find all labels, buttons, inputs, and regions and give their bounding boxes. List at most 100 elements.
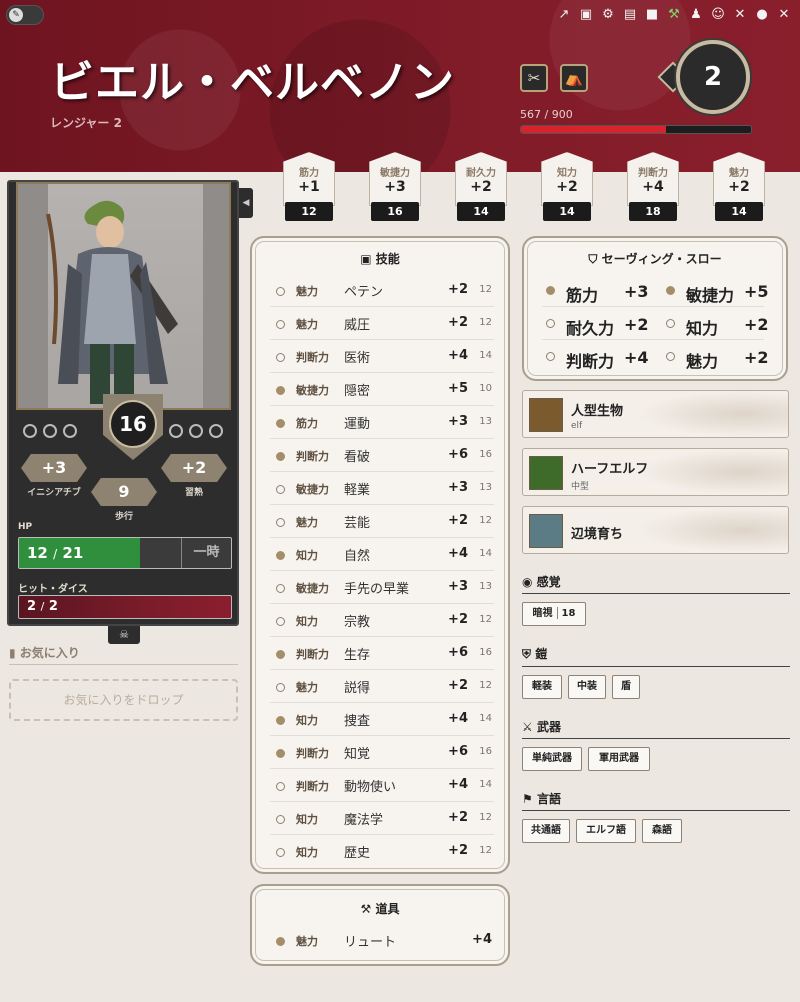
ability-mod[interactable]: +1: [280, 179, 338, 195]
skill-row[interactable]: 知力 魔法学 +2 12: [270, 802, 494, 835]
skill-row[interactable]: 知力 歴史 +2 12: [270, 835, 494, 868]
sheet-icon[interactable]: ▤: [622, 6, 638, 24]
proficiency-dot[interactable]: [276, 485, 285, 494]
skill-name[interactable]: 宗教: [344, 611, 370, 630]
feature-card[interactable]: 辺境育ち: [522, 506, 789, 554]
saving-throw[interactable]: 魅力 +2: [664, 342, 784, 372]
save-label[interactable]: 判断力: [566, 348, 614, 372]
skill-name[interactable]: 威圧: [344, 314, 370, 333]
skill-name[interactable]: 運動: [344, 413, 370, 432]
death-save-failure[interactable]: [209, 424, 223, 438]
wrench-icon[interactable]: ⚒: [666, 6, 682, 24]
death-save-failure[interactable]: [169, 424, 183, 438]
proficiency-dot[interactable]: [276, 287, 285, 296]
saving-throw[interactable]: 耐久力 +2: [544, 309, 664, 339]
skill-name[interactable]: 動物使い: [344, 776, 396, 795]
skill-row[interactable]: 判断力 知覚 +6 16: [270, 736, 494, 769]
ability-score[interactable]: 筋力 +1 12: [280, 152, 338, 222]
skill-name[interactable]: 自然: [344, 545, 370, 564]
favorites-dropzone[interactable]: お気に入りをドロップ: [9, 679, 238, 721]
save-label[interactable]: 魅力: [686, 348, 718, 372]
save-label[interactable]: 敏捷力: [686, 282, 734, 306]
proficiency-dot[interactable]: [276, 419, 285, 428]
trait-tag[interactable]: エルフ語: [576, 819, 636, 843]
ability-mod[interactable]: +3: [366, 179, 424, 195]
user-edit-icon[interactable]: ♟: [688, 6, 704, 24]
skill-row[interactable]: 魅力 威圧 +2 12: [270, 307, 494, 340]
trait-tag[interactable]: 森語: [642, 819, 682, 843]
hit-dice-bar[interactable]: 2 / 2: [18, 595, 232, 619]
saving-throw[interactable]: 知力 +2: [664, 309, 784, 339]
skill-name[interactable]: 魔法学: [344, 809, 383, 828]
skill-name[interactable]: 知覚: [344, 743, 370, 762]
proficiency-dot[interactable]: [276, 617, 285, 626]
ability-score[interactable]: 敏捷力 +3 16: [366, 152, 424, 222]
trait-tag[interactable]: 盾: [612, 675, 640, 699]
ability-mod[interactable]: +2: [710, 179, 768, 195]
mode-toggle[interactable]: ✎: [6, 5, 44, 25]
short-rest-icon[interactable]: ✂: [520, 64, 548, 92]
trait-tag[interactable]: 軽装: [522, 675, 562, 699]
proficiency-dot[interactable]: [276, 650, 285, 659]
ability-mod[interactable]: +2: [452, 179, 510, 195]
ability-score-value[interactable]: 16: [371, 202, 419, 221]
proficiency-dot[interactable]: [276, 848, 285, 857]
proficiency-dot[interactable]: [276, 716, 285, 725]
proficiency-dot[interactable]: [546, 319, 555, 328]
skill-row[interactable]: 判断力 看破 +6 16: [270, 439, 494, 472]
skull-icon[interactable]: ☠: [108, 626, 140, 644]
ability-score[interactable]: 魅力 +2 14: [710, 152, 768, 222]
collapse-sidebar-button[interactable]: ◀: [239, 188, 253, 218]
tool-name[interactable]: リュート: [344, 931, 396, 950]
tools-icon[interactable]: ✕: [732, 6, 748, 24]
skill-row[interactable]: 魅力 ペテン +2 12: [270, 274, 494, 307]
xp-bar[interactable]: [520, 125, 752, 134]
proficiency-dot[interactable]: [546, 286, 555, 295]
proficiency-dot[interactable]: [276, 749, 285, 758]
trait-tag[interactable]: 単純武器: [522, 747, 582, 771]
saving-throw[interactable]: 筋力 +3: [544, 276, 664, 306]
skill-name[interactable]: 捜査: [344, 710, 370, 729]
proficiency-dot[interactable]: [666, 352, 675, 361]
skill-row[interactable]: 敏捷力 軽業 +3 13: [270, 472, 494, 505]
initiative-value[interactable]: +3: [21, 454, 87, 482]
proficiency-dot[interactable]: [276, 452, 285, 461]
skill-row[interactable]: 魅力 芸能 +2 12: [270, 505, 494, 538]
skill-name[interactable]: 歴史: [344, 842, 370, 861]
ability-score-value[interactable]: 14: [543, 202, 591, 221]
ability-score-value[interactable]: 14: [715, 202, 763, 221]
skill-name[interactable]: 説得: [344, 677, 370, 696]
proficiency-dot[interactable]: [276, 683, 285, 692]
ability-score-value[interactable]: 14: [457, 202, 505, 221]
proficiency-dot[interactable]: [276, 551, 285, 560]
death-save-success[interactable]: [63, 424, 77, 438]
proficiency-dot[interactable]: [276, 815, 285, 824]
sense-tag[interactable]: 暗視 18: [522, 602, 586, 626]
skill-row[interactable]: 敏捷力 手先の早業 +3 13: [270, 571, 494, 604]
ability-score-value[interactable]: 12: [285, 202, 333, 221]
skill-name[interactable]: 手先の早業: [344, 578, 409, 597]
ability-score[interactable]: 耐久力 +2 14: [452, 152, 510, 222]
ability-score[interactable]: 判断力 +4 18: [624, 152, 682, 222]
ability-score-value[interactable]: 18: [629, 202, 677, 221]
character-name[interactable]: ビエル・ベルベノン: [50, 46, 455, 110]
skill-row[interactable]: 判断力 生存 +6 16: [270, 637, 494, 670]
proficiency-dot[interactable]: [276, 937, 285, 946]
character-portrait[interactable]: [16, 182, 231, 410]
proficiency-dot[interactable]: [546, 352, 555, 361]
skill-row[interactable]: 判断力 医術 +4 14: [270, 340, 494, 373]
feature-card[interactable]: 人型生物 elf: [522, 390, 789, 438]
skill-name[interactable]: 看破: [344, 446, 370, 465]
death-save-success[interactable]: [43, 424, 57, 438]
account-icon[interactable]: ●: [754, 6, 770, 24]
trait-tag[interactable]: 共通語: [522, 819, 570, 843]
skill-row[interactable]: 筋力 運動 +3 13: [270, 406, 494, 439]
skill-row[interactable]: 魅力 説得 +2 12: [270, 670, 494, 703]
proficiency-dot[interactable]: [276, 353, 285, 362]
temp-hp-input[interactable]: 一時: [181, 538, 231, 568]
ability-mod[interactable]: +2: [538, 179, 596, 195]
external-link-icon[interactable]: ↗: [556, 6, 572, 24]
death-save-failure[interactable]: [189, 424, 203, 438]
proficiency-dot[interactable]: [276, 320, 285, 329]
saving-throw[interactable]: 敏捷力 +5: [664, 276, 784, 306]
